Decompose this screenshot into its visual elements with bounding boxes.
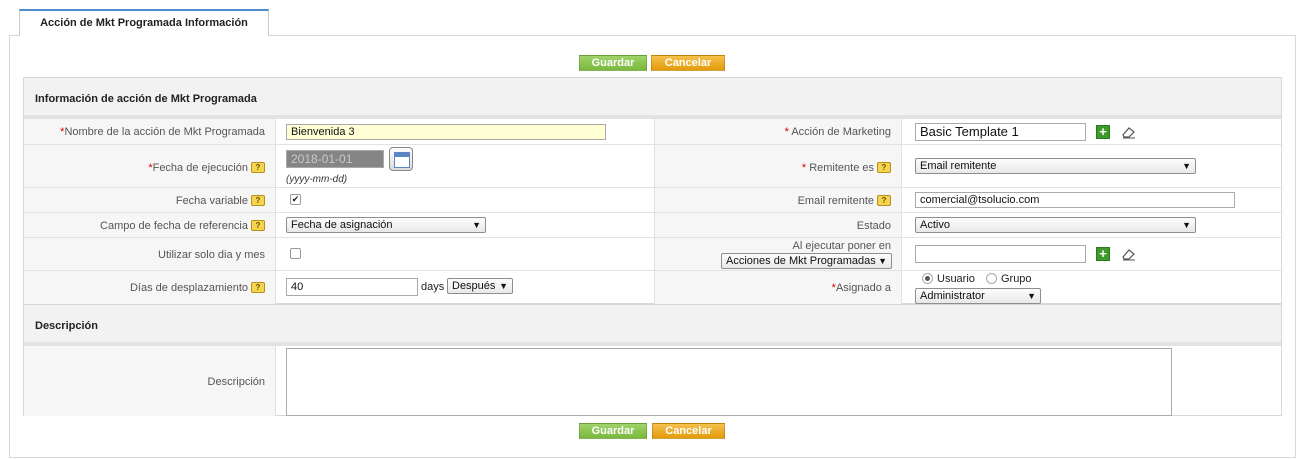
accion-marketing-label: * Acción de Marketing: [784, 126, 891, 138]
nombre-input[interactable]: Bienvenida 3: [286, 124, 606, 140]
tab-bar: Acción de Mkt Programada Información: [0, 0, 1305, 36]
fecha-ejecucion-input[interactable]: 2018-01-01: [286, 150, 384, 168]
description-section-title: Descripción: [35, 320, 98, 332]
dropdown-arrow-icon: ▼: [1182, 161, 1191, 171]
email-remitente-label: Email remitente?: [798, 194, 891, 207]
radio-usuario[interactable]: [922, 272, 933, 284]
help-balloon-icon[interactable]: ?: [251, 161, 265, 173]
dropdown-arrow-icon: ▼: [878, 256, 887, 266]
direction-select[interactable]: Después ▼: [447, 278, 513, 294]
calendar-icon[interactable]: [389, 147, 413, 171]
cancel-button-bottom[interactable]: Cancelar: [652, 423, 725, 439]
help-balloon-icon[interactable]: ?: [251, 194, 265, 206]
description-textarea[interactable]: [286, 348, 1172, 416]
info-section-title: Información de acción de Mkt Programada: [35, 93, 257, 105]
asignado-label: *Asignado a: [831, 282, 891, 294]
al-ejecutar-module-select[interactable]: Acciones de Mkt Programadas ▼: [721, 253, 892, 269]
form-row-5: Utilizar solo dia y mes Al ejecutar pone…: [24, 237, 1281, 270]
save-button-bottom[interactable]: Guardar: [579, 423, 647, 439]
help-balloon-icon[interactable]: ?: [251, 281, 265, 293]
al-ejecutar-input[interactable]: [915, 245, 1086, 263]
radio-grupo[interactable]: [985, 272, 997, 284]
cancel-button-top[interactable]: Cancelar: [651, 55, 725, 71]
email-remitente-input[interactable]: comercial@tsolucio.com: [915, 192, 1235, 208]
dias-desplazamiento-input[interactable]: 40: [286, 278, 418, 296]
plus-icon[interactable]: +: [1096, 247, 1110, 261]
fecha-variable-label: Fecha variable?: [176, 194, 265, 207]
help-balloon-icon[interactable]: ?: [877, 194, 891, 206]
description-section-header: Descripción: [24, 305, 1281, 345]
dropdown-arrow-icon: ▼: [472, 220, 481, 230]
description-section: Descripción Descripción: [23, 304, 1282, 416]
dropdown-arrow-icon: ▼: [499, 281, 508, 291]
form-row-2: *Fecha de ejecución? 2018-01-01 (yyyy-mm…: [24, 144, 1281, 187]
date-format-hint: (yyyy-mm-dd): [286, 174, 348, 185]
help-balloon-icon[interactable]: ?: [877, 161, 891, 173]
info-section: Información de acción de Mkt Programada …: [23, 77, 1282, 304]
form-row-6: Días de desplazamiento? 40 days Después ▼…: [24, 270, 1281, 304]
estado-label: Estado: [856, 220, 891, 232]
accion-marketing-input[interactable]: Basic Template 1: [915, 123, 1086, 141]
dropdown-arrow-icon: ▼: [1182, 220, 1191, 230]
campo-fecha-ref-select[interactable]: Fecha de asignación ▼: [286, 217, 486, 233]
asignado-select[interactable]: Administrator ▼: [915, 288, 1041, 304]
description-row: Descripción: [24, 345, 1281, 416]
info-section-header: Información de acción de Mkt Programada: [24, 78, 1281, 118]
description-label: Descripción: [207, 376, 265, 388]
form-row-3: Fecha variable? ✔ Email remitente? comer…: [24, 187, 1281, 212]
fecha-variable-checkbox[interactable]: ✔: [290, 194, 301, 205]
days-unit-label: days: [421, 281, 445, 293]
dropdown-arrow-icon: ▼: [1027, 291, 1036, 301]
solo-dia-mes-checkbox[interactable]: [290, 248, 301, 259]
campo-fecha-ref-label: Campo de fecha de referencia?: [100, 219, 265, 232]
assign-type-radios: Usuario Grupo: [922, 272, 1032, 285]
remitente-es-label: * Remitente es?: [802, 161, 891, 174]
form-row-4: Campo de fecha de referencia? Fecha de a…: [24, 212, 1281, 237]
estado-select[interactable]: Activo ▼: [915, 217, 1196, 233]
nombre-label: *Nombre de la acción de Mkt Programada: [60, 126, 265, 138]
plus-icon[interactable]: +: [1096, 125, 1110, 139]
fecha-ejecucion-label: *Fecha de ejecución?: [148, 161, 265, 174]
tab-scheduled-action-info[interactable]: Acción de Mkt Programada Información: [19, 9, 269, 36]
eraser-icon[interactable]: [1121, 247, 1137, 261]
eraser-icon[interactable]: [1121, 125, 1137, 139]
save-button-top[interactable]: Guardar: [579, 55, 647, 71]
help-balloon-icon[interactable]: ?: [251, 219, 265, 231]
al-ejecutar-label: Al ejecutar poner en: [792, 240, 891, 252]
form-row-1: *Nombre de la acción de Mkt Programada B…: [24, 118, 1281, 144]
solo-dia-mes-label: Utilizar solo dia y mes: [158, 249, 265, 261]
dias-desplazamiento-label: Días de desplazamiento?: [130, 281, 265, 294]
remitente-es-select[interactable]: Email remitente ▼: [915, 158, 1196, 174]
